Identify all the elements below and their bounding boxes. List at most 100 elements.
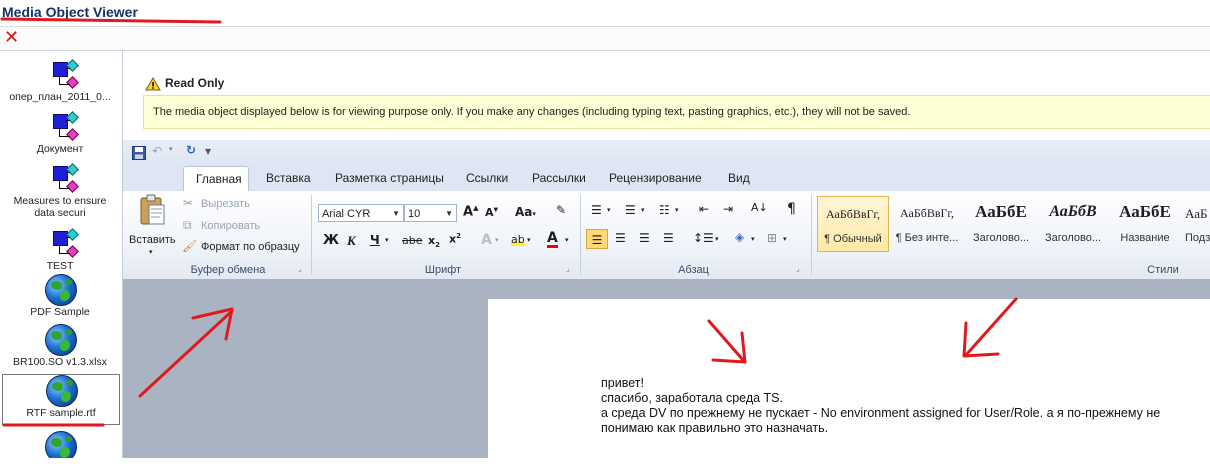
document-icon [43,111,79,141]
ribbon: Вставить ▾ ✂ Вырезать ⧉ Копировать 🖌 Фор… [123,191,1210,280]
paste-button[interactable]: Вставить [129,234,176,246]
globe-icon [44,375,78,407]
align-center-icon[interactable]: ☰ [615,231,626,245]
style-heading-1[interactable]: АаБбЕ Заголово... [965,196,1037,252]
align-right-icon[interactable]: ☰ [639,231,650,245]
viewer-toolbar: ✕ [0,27,1210,51]
borders-icon[interactable]: ⊞ [767,231,777,245]
tab-insert[interactable]: Вставка [266,171,311,185]
chevron-down-icon: ▼ [392,209,400,218]
document-icon [43,163,79,193]
style-normal[interactable]: АаБбВвГг, ¶ Обычный [817,196,889,252]
media-object-list[interactable]: опер_план_2011_0... Документ Measures to… [0,51,123,458]
underline-dropdown-icon[interactable]: ▾ [385,236,389,244]
underline-button[interactable]: Ч [370,233,380,247]
style-heading-2[interactable]: АаБбВ Заголово... [1037,196,1109,252]
tab-review[interactable]: Рецензирование [609,171,702,185]
undo-dropdown-icon[interactable]: ▾ [169,145,173,153]
list-item-label: PDF Sample [30,306,90,318]
increase-indent-icon[interactable]: ⇥ [723,202,733,216]
bullets-dropdown-icon[interactable]: ▾ [607,206,611,214]
font-size-combo[interactable]: 10 ▼ [404,204,457,222]
line-spacing-icon[interactable]: ↕☰ [693,231,714,245]
line-spacing-dropdown-icon[interactable]: ▾ [715,235,719,243]
save-icon[interactable] [132,146,146,160]
list-item[interactable]: опер_план_2011_0... [2,59,118,103]
clear-formatting-icon[interactable]: ✎ [556,203,566,217]
italic-button[interactable]: К [347,233,356,249]
multilevel-list-icon[interactable]: ☷ [659,203,670,217]
numbering-icon[interactable]: ☰ [625,203,636,217]
superscript-icon[interactable]: x2 [449,232,461,246]
copy-button[interactable]: Копировать [201,220,260,232]
style-subtitle[interactable]: АаБ Подз [1181,196,1210,252]
shading-dropdown-icon[interactable]: ▾ [751,235,755,243]
borders-dropdown-icon[interactable]: ▾ [783,235,787,243]
list-item[interactable]: TEST [2,228,118,272]
paste-dropdown-icon[interactable]: ▾ [149,248,153,256]
tab-page-layout[interactable]: Разметка страницы [335,171,444,185]
shading-icon[interactable]: ◈ [735,230,744,244]
document-line: понимаю как правильно это назначать. [601,421,829,435]
style-title[interactable]: АаБбЕ Название [1109,196,1181,252]
grow-font-icon[interactable]: A▲ [463,204,478,219]
document-page[interactable]: привет! спасибо, заработала среда TS. а … [488,299,1210,469]
read-only-banner: The media object displayed below is for … [143,95,1210,129]
justify-icon[interactable]: ☰ [663,231,674,245]
cut-icon[interactable]: ✂ [183,196,193,210]
document-icon [43,59,79,89]
subscript-icon[interactable]: x2 [428,234,440,249]
list-item[interactable] [2,431,118,458]
cut-button[interactable]: Вырезать [201,198,250,210]
numbering-dropdown-icon[interactable]: ▾ [641,206,645,214]
bullets-icon[interactable]: ☰ [591,203,602,217]
show-formatting-icon[interactable]: ¶ [787,201,796,217]
globe-icon [43,324,77,356]
align-left-icon[interactable]: ☰ [586,229,608,249]
format-painter-icon[interactable]: 🖌 [182,239,197,253]
font-group-label: Шрифт [424,264,462,276]
word-editor: ↶ ▾ ↻ ▾ Главная Вставка Разметка страниц… [123,140,1210,469]
document-line: спасибо, заработала среда TS. [601,391,783,405]
sort-icon[interactable]: A↓ [751,201,768,214]
clipboard-launcher-icon[interactable]: ⌟ [298,264,302,273]
customize-toolbar-icon[interactable]: ▾ [205,144,211,158]
list-item[interactable]: BR100.SO v1.3.xlsx [2,324,118,368]
highlight-icon[interactable]: ab [511,233,525,246]
list-item[interactable]: Документ [2,111,118,155]
font-name-combo[interactable]: Arial CYR ▼ [318,204,404,222]
tab-home[interactable]: Главная [183,166,249,191]
text-effects-icon[interactable]: A [481,232,492,248]
styles-group-label: Стили [1147,264,1179,276]
font-color-icon[interactable]: A [547,231,558,248]
multilevel-dropdown-icon[interactable]: ▾ [675,206,679,214]
highlight-dropdown-icon[interactable]: ▾ [527,236,531,244]
strikethrough-icon[interactable]: abe [402,234,423,247]
close-icon[interactable]: ✕ [4,29,22,47]
tab-mailings[interactable]: Рассылки [532,171,586,185]
list-item-selected[interactable]: RTF sample.rtf [2,374,120,425]
decrease-indent-icon[interactable]: ⇤ [699,202,709,216]
redo-icon[interactable]: ↻ [186,143,196,157]
change-case-icon[interactable]: Aa▾ [515,205,536,219]
paste-icon[interactable] [138,194,168,226]
list-item[interactable]: PDF Sample [2,274,118,318]
globe-icon [43,431,77,458]
chevron-down-icon: ▼ [445,209,453,218]
tab-references[interactable]: Ссылки [466,171,508,185]
document-text[interactable]: привет! спасибо, заработала среда TS. а … [601,376,1201,436]
warning-icon [145,77,161,91]
document-icon [43,228,79,258]
text-effects-dropdown-icon[interactable]: ▾ [495,236,499,244]
list-item[interactable]: Measures to ensure data securi [2,163,118,219]
shrink-font-icon[interactable]: A▼ [485,206,498,219]
copy-icon[interactable]: ⧉ [183,218,192,233]
paragraph-launcher-icon[interactable]: ⌟ [796,264,800,273]
format-painter-button[interactable]: Формат по образцу [201,241,300,253]
font-launcher-icon[interactable]: ⌟ [566,264,570,273]
style-no-spacing[interactable]: АаБбВвГг, ¶ Без инте... [891,196,963,252]
undo-icon[interactable]: ↶ [152,144,162,158]
font-color-dropdown-icon[interactable]: ▾ [565,236,569,244]
tab-view[interactable]: Вид [728,171,750,185]
bold-button[interactable]: Ж [323,233,339,248]
